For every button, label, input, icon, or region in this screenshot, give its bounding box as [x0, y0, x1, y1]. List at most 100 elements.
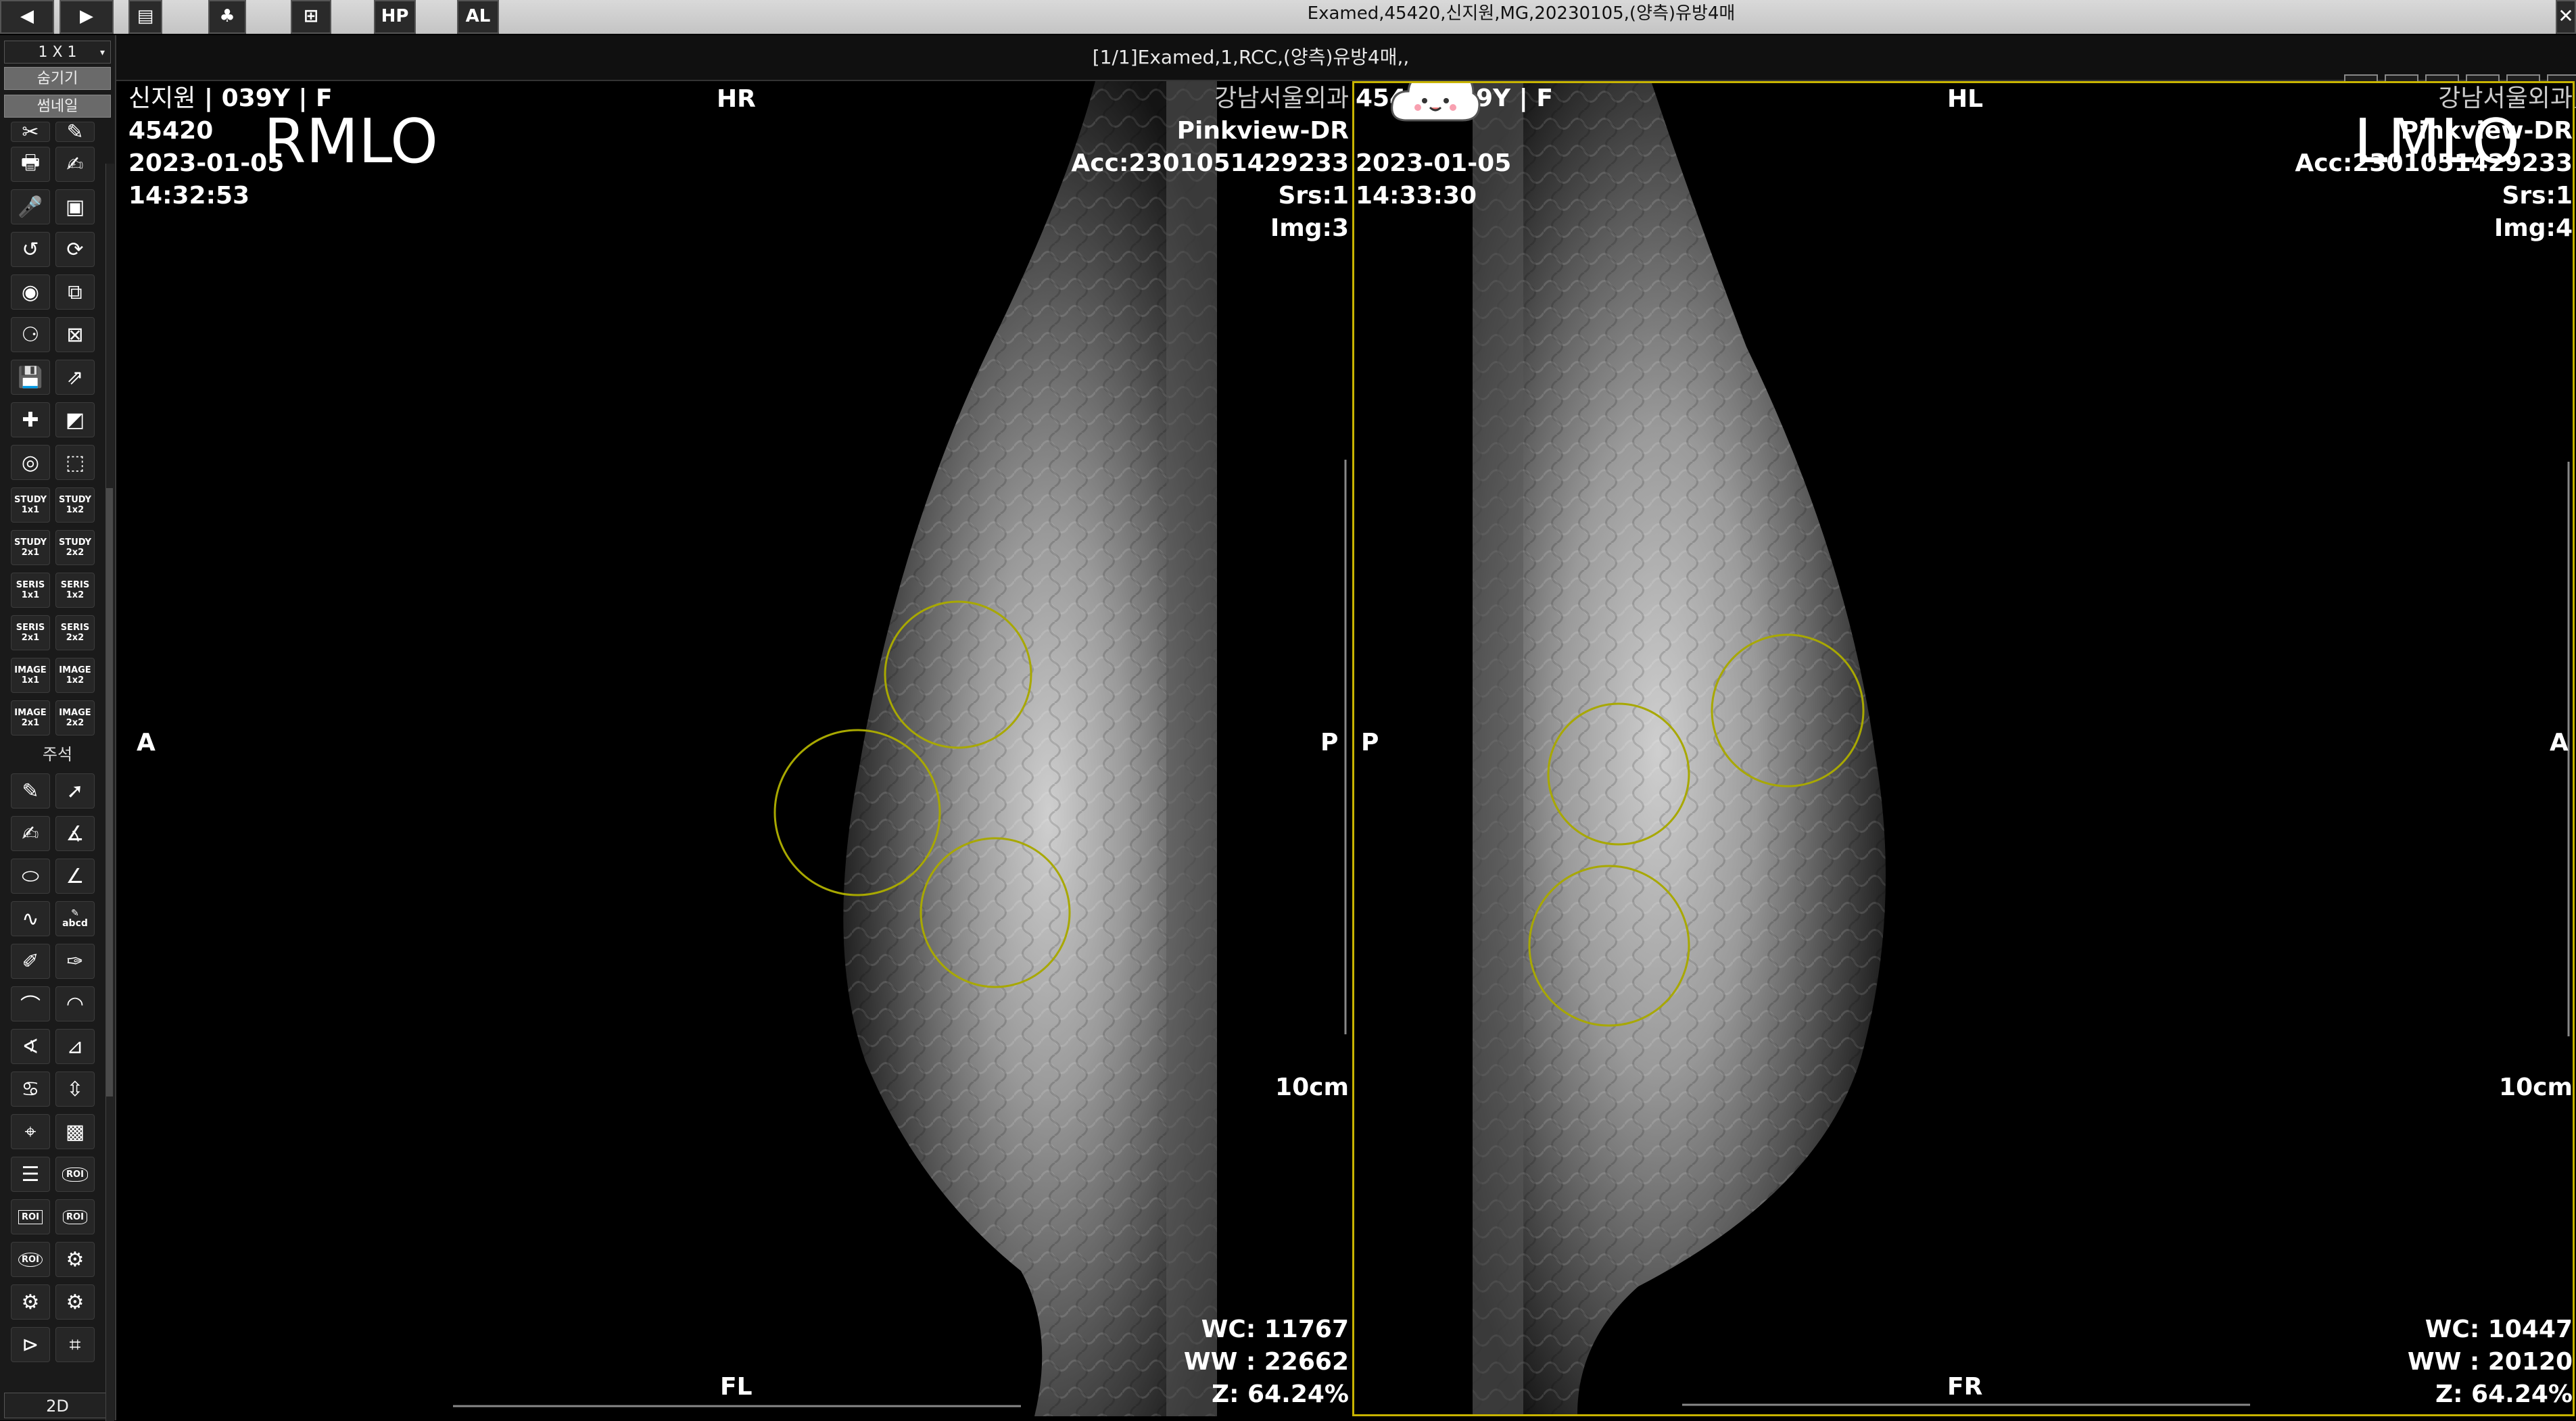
series-1x2-button[interactable]: SERIS 1x2: [55, 573, 95, 608]
series-number: Srs:1: [2502, 182, 2573, 210]
lungs-icon[interactable]: ♋: [11, 1071, 50, 1107]
nav-prev-button[interactable]: ◀: [0, 0, 54, 34]
view-label: RMLO: [264, 106, 438, 177]
image-number: Img:3: [1270, 214, 1349, 242]
hp-button[interactable]: HP: [374, 0, 416, 34]
mammogram-image-rmlo: [453, 81, 1347, 1416]
image-1x2-button[interactable]: IMAGE 1x2: [55, 658, 95, 693]
refresh-icon[interactable]: ⟳: [55, 232, 95, 267]
report-icon[interactable]: ✍: [55, 147, 95, 182]
open-external-icon[interactable]: ⇗: [55, 360, 95, 395]
note-icon[interactable]: ✍: [11, 816, 50, 851]
nav-next-button[interactable]: ▶: [59, 0, 114, 34]
vertical-measure-icon[interactable]: ⇳: [55, 1071, 95, 1107]
left-orientation: A: [137, 729, 156, 756]
roi-ellipse-icon[interactable]: ROI: [55, 1157, 95, 1192]
settings-icon[interactable]: ⚙: [55, 1284, 95, 1320]
menu-icon[interactable]: ▤: [128, 0, 162, 34]
layout-select[interactable]: 1 X 1 ▾: [4, 41, 111, 64]
edit-box-icon[interactable]: ✐: [11, 944, 50, 979]
zoom-level: Z: 64.24%: [1212, 1380, 1349, 1408]
series-2x1-button[interactable]: SERIS 2x1: [11, 615, 50, 650]
mode-2d-button[interactable]: 2D: [4, 1393, 111, 1418]
age-sex-partial: 9Y | F: [1476, 85, 1553, 112]
accession: Acc:2301051429233: [2295, 149, 2573, 177]
viewport-lmlo[interactable]: 45420 9Y | F 2023-01-05 14:33:30 LMLO HL…: [1352, 81, 2575, 1416]
window-width: WW : 22662: [1183, 1348, 1349, 1376]
series-info: [1/1]Examed,1,RCC,(양측)유방4매,,: [1092, 46, 1410, 68]
arrow-icon[interactable]: ➚: [55, 773, 95, 809]
copy-icon[interactable]: ⧉: [55, 274, 95, 310]
series-number: Srs:1: [1278, 182, 1349, 210]
study-2x2-button[interactable]: STUDY 2x2: [55, 530, 95, 565]
roi-free-icon[interactable]: ROI: [11, 1242, 50, 1277]
cloud-mascot-icon[interactable]: [1387, 83, 1483, 130]
image-1x1-button[interactable]: IMAGE 1x1: [11, 658, 50, 693]
roi-polygon-icon[interactable]: ROI: [55, 1199, 95, 1234]
ellipse-draw-icon[interactable]: ⬭: [11, 859, 50, 894]
arc-dashed-icon[interactable]: ◠: [55, 986, 95, 1021]
flip-icon[interactable]: ⊳: [11, 1327, 50, 1362]
pectoral-muscle: [1473, 83, 1523, 1414]
study-1x1-button[interactable]: STUDY 1x1: [11, 487, 50, 523]
select-region-icon[interactable]: ⬚: [55, 445, 95, 480]
partial-tool-icon[interactable]: ✂: [11, 120, 50, 144]
microphone-icon[interactable]: 🎤: [11, 189, 50, 224]
pectoral-muscle: [1166, 81, 1217, 1416]
toolbar-scroll-thumb[interactable]: [106, 488, 113, 1097]
window-center: WC: 10447: [2425, 1316, 2573, 1343]
clear-icon[interactable]: ⊠: [55, 317, 95, 352]
gear-icon[interactable]: ⚙: [11, 1284, 50, 1320]
hierarchy-icon[interactable]: ♣: [208, 0, 246, 34]
print-icon[interactable]: 🖶: [11, 147, 50, 182]
al-button[interactable]: AL: [457, 0, 499, 34]
ruler-angle-icon[interactable]: ⊿: [55, 1029, 95, 1064]
cd-burn-icon[interactable]: ◉: [11, 274, 50, 310]
gear-roi-icon[interactable]: ⚙: [55, 1242, 95, 1277]
hide-button[interactable]: 숨기기: [4, 67, 111, 90]
image-2x1-button[interactable]: IMAGE 2x1: [11, 700, 50, 736]
cobb-angle-icon[interactable]: ∠: [55, 859, 95, 894]
annotation-section-label: 주석: [4, 742, 111, 767]
patient-card-icon[interactable]: ▣: [55, 189, 95, 224]
partial-tool-icon[interactable]: ✎: [55, 120, 95, 144]
patient-id: 45420: [128, 117, 214, 145]
pixel-value-icon[interactable]: ▩: [55, 1114, 95, 1149]
curve-icon[interactable]: ∿: [11, 901, 50, 936]
study-date: 2023-01-05: [128, 149, 285, 177]
compare-icon[interactable]: ⚆: [11, 317, 50, 352]
target-icon[interactable]: ◎: [11, 445, 50, 480]
bottom-orientation: FL: [720, 1373, 753, 1401]
measure-add-icon[interactable]: ✚: [11, 402, 50, 437]
pen-icon[interactable]: ✎: [11, 773, 50, 809]
rotate-icon[interactable]: ↺: [11, 232, 50, 267]
arc-icon[interactable]: ⌒: [11, 986, 50, 1021]
series-2x2-button[interactable]: SERIS 2x2: [55, 615, 95, 650]
thumbnail-button[interactable]: 썸네일: [4, 95, 111, 118]
top-orientation: HL: [1947, 85, 1984, 113]
mammogram-image-lmlo: [1415, 83, 2570, 1414]
image-2x2-button[interactable]: IMAGE 2x2: [55, 700, 95, 736]
study-time: 14:32:53: [128, 182, 250, 210]
grid-icon[interactable]: ⊞: [291, 0, 331, 34]
close-icon[interactable]: ✕: [2556, 0, 2576, 34]
window-center: WC: 11767: [1201, 1316, 1349, 1343]
angle-icon[interactable]: ∡: [55, 816, 95, 851]
open-angle-icon[interactable]: ∢: [11, 1029, 50, 1064]
window-title: Examed,45420,신지원,MG,20230105,(양측)유방4매: [1307, 3, 1736, 24]
left-orientation: P: [1361, 729, 1379, 756]
title-bar: ◀ ▶ ▤ ♣ ⊞ HP AL Examed,45420,신지원,MG,2023…: [0, 0, 2576, 34]
list-icon[interactable]: ☰: [11, 1157, 50, 1192]
series-1x1-button[interactable]: SERIS 1x1: [11, 573, 50, 608]
device: Pinkview-DR: [1176, 117, 1349, 145]
save-icon[interactable]: 💾: [11, 360, 50, 395]
crosshair-icon[interactable]: ⌖: [11, 1114, 50, 1149]
crop-icon[interactable]: ⌗: [55, 1327, 95, 1362]
text-annotation-icon[interactable]: ✎ abcd: [55, 901, 95, 936]
window-level-icon[interactable]: ◩: [55, 402, 95, 437]
study-2x1-button[interactable]: STUDY 2x1: [11, 530, 50, 565]
edit-measure-icon[interactable]: ✑: [55, 944, 95, 979]
roi-rect-icon[interactable]: ROI: [11, 1199, 50, 1234]
viewport-rmlo[interactable]: 신지원 | 039Y | F 45420 2023-01-05 14:32:53…: [122, 81, 1349, 1416]
study-1x2-button[interactable]: STUDY 1x2: [55, 487, 95, 523]
